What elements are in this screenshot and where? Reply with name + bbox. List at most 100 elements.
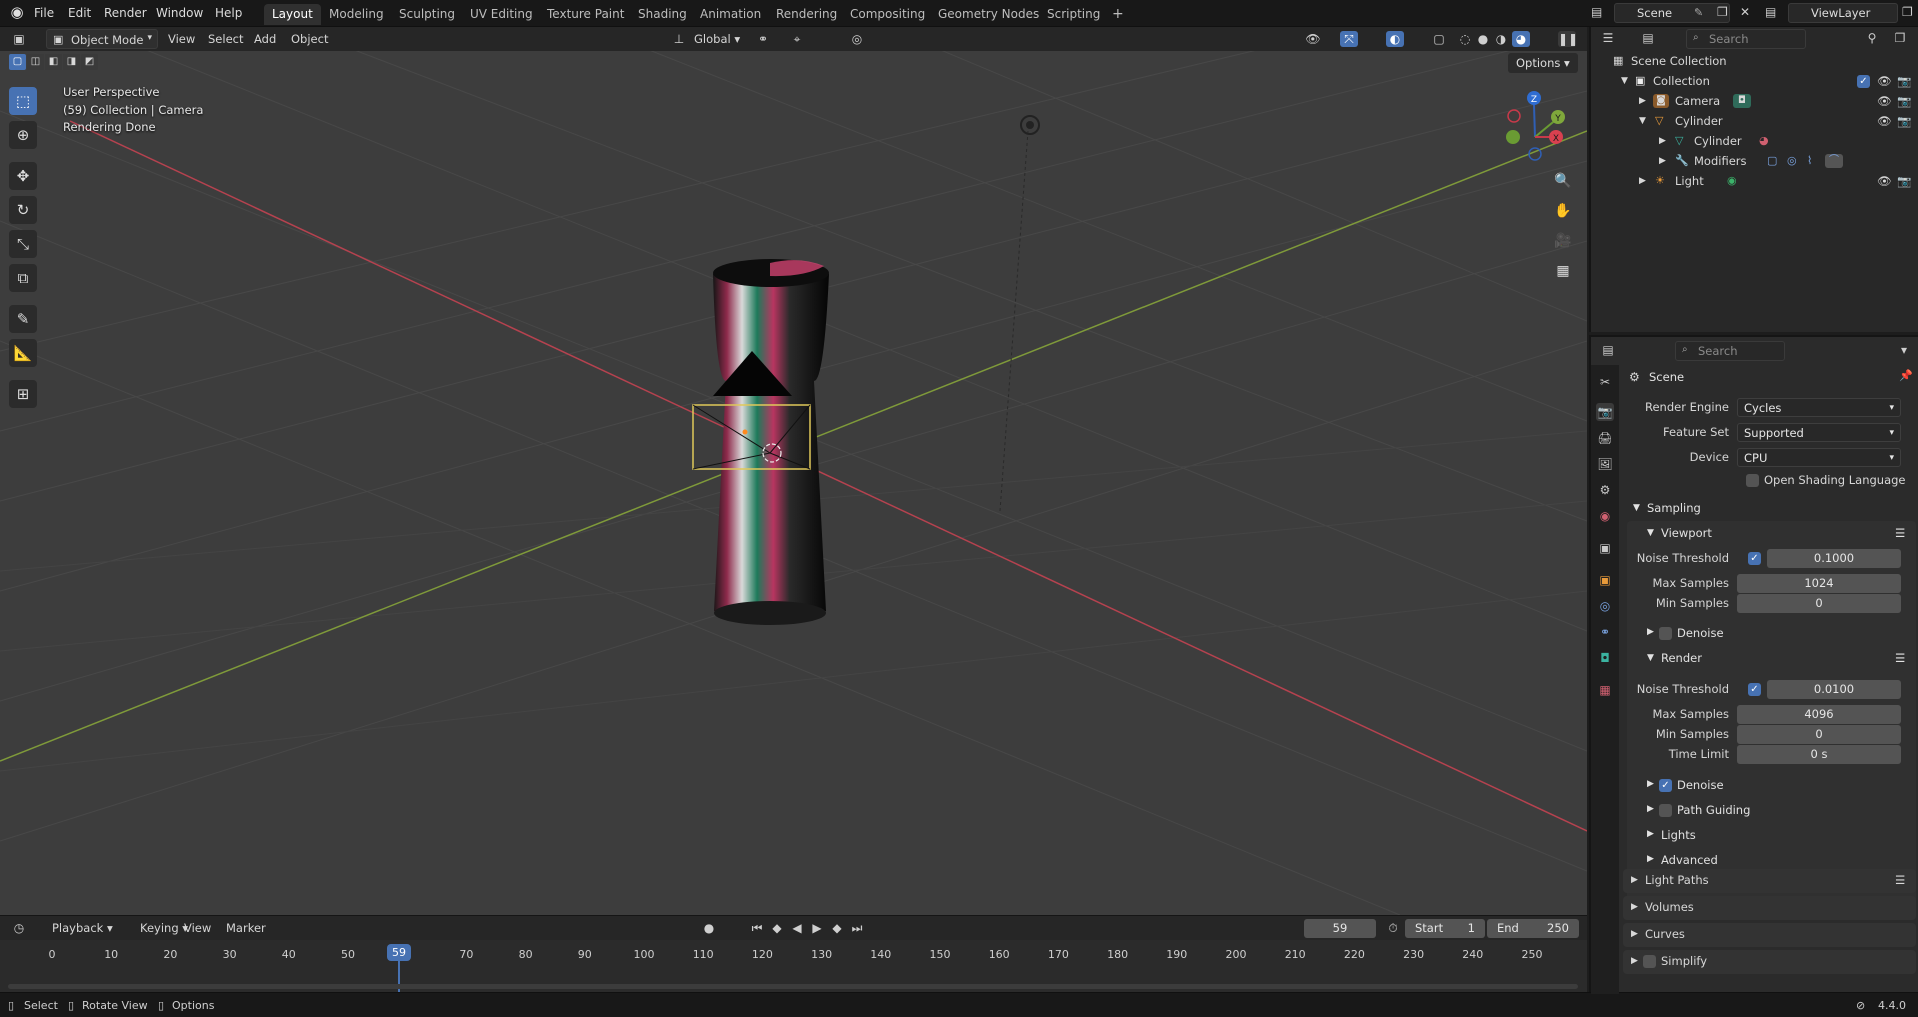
menu-add[interactable]: Add	[248, 29, 282, 49]
tab-compositing[interactable]: Compositing	[842, 4, 933, 25]
playhead-frame-badge[interactable]: 59	[387, 944, 411, 961]
jump-start-icon[interactable]: ⏮	[748, 920, 766, 936]
select-new-icon[interactable]: ▢	[9, 54, 26, 70]
pan-hand-icon[interactable]: ✋	[1550, 198, 1576, 224]
render-presets-icon[interactable]: ☰	[1895, 651, 1905, 665]
outliner-row-cylinder[interactable]: ▼ ▽ Cylinder 👁 📷	[1591, 111, 1918, 131]
expand-arrow-icon[interactable]: ▼	[1621, 71, 1628, 91]
gizmo-toggle-icon[interactable]: ⤧	[1340, 31, 1358, 47]
viewport-denoise-checkbox[interactable]	[1659, 627, 1672, 640]
xray-icon[interactable]: ▢	[1430, 31, 1448, 47]
render-expand-icon[interactable]: ▼	[1647, 653, 1654, 663]
tab-rendering[interactable]: Rendering	[768, 4, 845, 25]
mode-dropdown[interactable]: ▣ Object Mode ▾	[46, 29, 158, 49]
camera-render-icon[interactable]: 📷	[1897, 111, 1911, 131]
lights-label[interactable]: Lights	[1661, 828, 1696, 842]
menu-window[interactable]: Window	[156, 4, 203, 23]
zoom-icon[interactable]: 🔍	[1550, 168, 1576, 194]
modifier-1-icon[interactable]: ▢	[1767, 155, 1777, 166]
camera-render-icon[interactable]: 📷	[1897, 91, 1911, 111]
outliner-row-cylinder-mesh[interactable]: ▶ ▽ Cylinder ◕	[1591, 131, 1918, 151]
cursor-tool-icon[interactable]: ⊕	[9, 121, 37, 149]
display-mode-icon[interactable]: ▤	[1639, 30, 1657, 46]
simplify-panel[interactable]: ▶ Simplify	[1623, 950, 1916, 974]
select-extend-icon[interactable]: ◫	[27, 54, 44, 70]
collection-tab-icon[interactable]: ▣	[1596, 539, 1614, 557]
delete-scene-icon[interactable]: ✕	[1740, 6, 1750, 18]
select-invert-icon[interactable]: ◨	[63, 54, 80, 70]
render-engine-dropdown[interactable]: Cycles ▾	[1737, 398, 1901, 417]
3d-viewport[interactable]: Z Y X ▢ ◫ ◧ ◨ ◩ Options ▾ User Perspecti…	[0, 51, 1587, 915]
tool-tab-icon[interactable]: ✂	[1596, 373, 1614, 391]
view-layer-field[interactable]: ViewLayer	[1788, 3, 1898, 23]
stopwatch-icon[interactable]: ⏱	[1384, 920, 1402, 936]
material-shading-icon[interactable]: ◑	[1492, 31, 1510, 47]
menu-render[interactable]: Render	[104, 4, 147, 23]
volumes-panel[interactable]: ▶ Volumes	[1623, 896, 1916, 920]
outliner-row-scene-collection[interactable]: ▦ Scene Collection	[1591, 51, 1918, 71]
properties-editor-type-icon[interactable]: ▤	[1599, 342, 1617, 358]
outliner-row-light[interactable]: ▶ ☀ Light ◉ 👁 📷	[1591, 171, 1918, 191]
visibility-icon[interactable]: 👁	[1304, 31, 1322, 47]
light-paths-presets-icon[interactable]: ☰	[1895, 873, 1905, 887]
render-max-samples-field[interactable]: 4096	[1737, 705, 1901, 724]
camera-render-icon[interactable]: 📷	[1897, 71, 1911, 91]
play-icon[interactable]: ▶	[808, 920, 826, 936]
autokey-icon[interactable]: ●	[700, 920, 718, 936]
timeline-body[interactable]: 0 10 20 30 40 50 70 80 90 100 110 120 130 140 150 160 17…	[0, 940, 1587, 992]
collection-include-checkbox[interactable]: ✓	[1857, 75, 1870, 88]
menu-edit[interactable]: Edit	[68, 4, 91, 23]
viewport-min-samples-field[interactable]: 0	[1737, 594, 1901, 613]
tab-animation[interactable]: Animation	[692, 4, 769, 25]
outliner-search-input[interactable]: ⌕ Search	[1686, 29, 1806, 49]
render-subpanel-title[interactable]: Render	[1661, 651, 1702, 665]
modifier-3-icon[interactable]: ⌇	[1807, 155, 1812, 166]
tab-scripting[interactable]: Scripting	[1039, 4, 1108, 25]
pin-icon[interactable]: ✎	[1694, 7, 1703, 18]
select-box-tool-icon[interactable]: ⬚	[9, 87, 37, 115]
tab-geometry-nodes[interactable]: Geometry Nodes	[930, 4, 1047, 25]
advanced-expand-icon[interactable]: ▶	[1647, 854, 1654, 864]
feature-set-dropdown[interactable]: Supported ▾	[1737, 423, 1901, 442]
eye-icon[interactable]: 👁	[1877, 91, 1892, 111]
sampling-panel-title[interactable]: Sampling	[1647, 501, 1701, 515]
path-guiding-checkbox[interactable]	[1659, 804, 1672, 817]
new-scene-icon[interactable]: ❐	[1717, 6, 1728, 18]
camera-data-icon[interactable]: ◘	[1733, 94, 1751, 108]
world-tab-icon[interactable]: ◉	[1596, 507, 1614, 525]
outliner-row-collection[interactable]: ▼ ▣ Collection ✓ 👁 📷	[1591, 71, 1918, 91]
scene-selector-icon[interactable]: ▤	[1591, 6, 1602, 18]
proportional-editing-icon[interactable]: ◎	[848, 31, 866, 47]
menu-select[interactable]: Select	[202, 29, 249, 49]
menu-timeline-view[interactable]: View	[178, 918, 217, 938]
tab-sculpting[interactable]: Sculpting	[391, 4, 463, 25]
start-frame-field[interactable]: Start 1	[1405, 919, 1485, 938]
rendered-shading-icon[interactable]: ◕	[1512, 31, 1530, 47]
curves-panel[interactable]: ▶ Curves	[1623, 923, 1916, 947]
material-icon[interactable]: ◕	[1759, 135, 1769, 146]
modifier-2-icon[interactable]: ◎	[1787, 155, 1797, 166]
viewport-subpanel-title[interactable]: Viewport	[1661, 526, 1712, 540]
orientation-dropdown[interactable]: Global ▾	[688, 29, 746, 49]
tab-modeling[interactable]: Modeling	[321, 4, 392, 25]
tab-uv-editing[interactable]: UV Editing	[462, 4, 541, 25]
add-workspace-icon[interactable]: +	[1104, 4, 1132, 25]
solid-shading-icon[interactable]: ●	[1474, 31, 1492, 47]
menu-file[interactable]: File	[34, 4, 54, 23]
path-guiding-expand-icon[interactable]: ▶	[1647, 804, 1654, 814]
object-tab-icon[interactable]: ▣	[1596, 571, 1614, 589]
render-min-samples-field[interactable]: 0	[1737, 725, 1901, 744]
expand-arrow-icon[interactable]: ▶	[1639, 171, 1646, 191]
rotate-tool-icon[interactable]: ↻	[9, 196, 37, 224]
viewport-max-samples-field[interactable]: 1024	[1737, 574, 1901, 593]
viewport-presets-icon[interactable]: ☰	[1895, 526, 1905, 540]
jump-keyframe-back-icon[interactable]: ◆	[768, 920, 786, 936]
view-layer-selector-icon[interactable]: ▤	[1765, 6, 1776, 18]
transform-tool-icon[interactable]: ⧉	[9, 264, 37, 292]
select-subtract-icon[interactable]: ◧	[45, 54, 62, 70]
view-layer-tab-icon[interactable]: 🖼	[1596, 455, 1614, 473]
current-frame-field[interactable]: 59	[1304, 919, 1376, 938]
constraints-tab-icon[interactable]: ⚭	[1596, 623, 1614, 641]
render-denoise-label[interactable]: Denoise	[1677, 778, 1724, 792]
camera-render-icon[interactable]: 📷	[1897, 171, 1911, 191]
